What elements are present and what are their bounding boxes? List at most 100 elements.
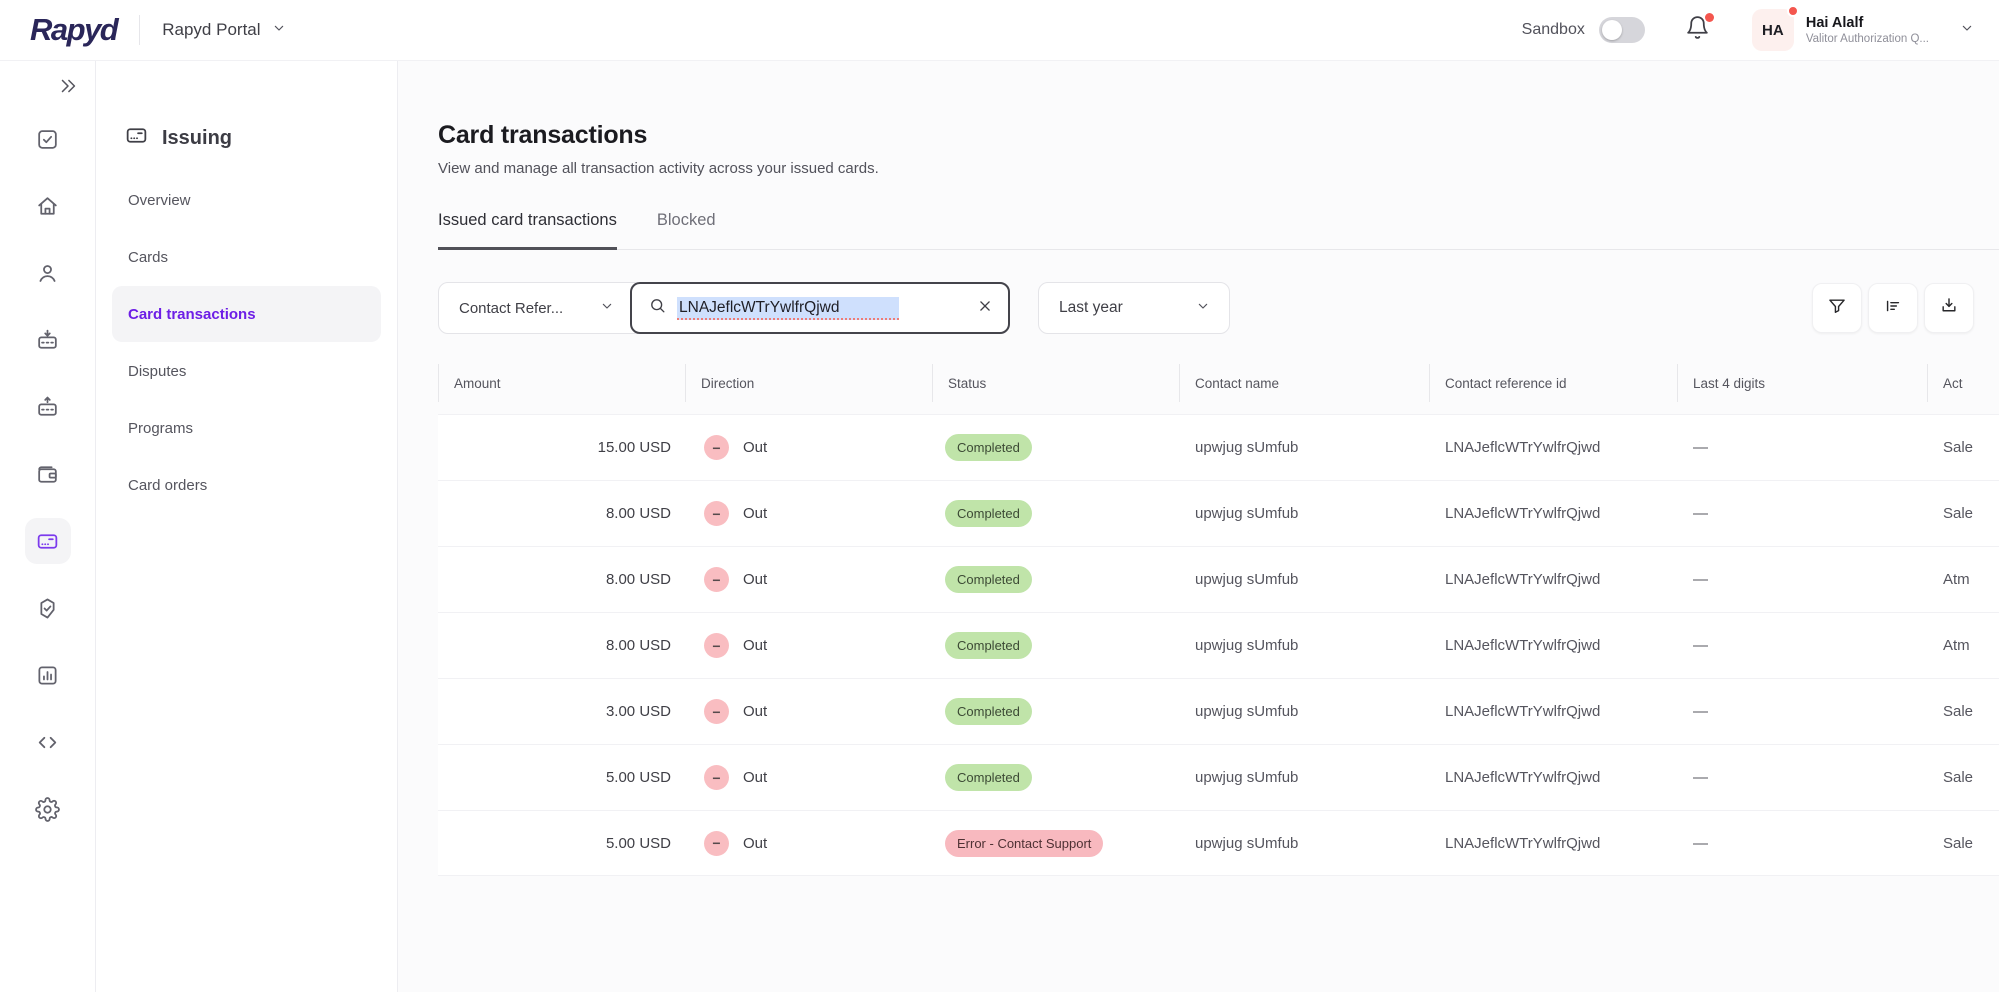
issuing-sidebar: Issuing OverviewCardsCard transactionsDi… xyxy=(96,61,398,992)
tabs: Issued card transactions Blocked xyxy=(438,211,1999,250)
sidebar-item-card-transactions[interactable]: Card transactions xyxy=(112,286,381,342)
rail-item-card-payout-icon[interactable] xyxy=(25,384,71,430)
cell-direction: −Out xyxy=(685,765,932,790)
user-name: Hai Alalf xyxy=(1806,15,1929,31)
table-row[interactable]: 8.00 USD−OutCompletedupwjug sUmfubLNAJef… xyxy=(438,612,1999,678)
rail-item-home-icon[interactable] xyxy=(25,183,71,229)
date-range-select[interactable]: Last year xyxy=(1038,282,1230,334)
sidebar-item-programs[interactable]: Programs xyxy=(112,400,381,456)
table-row[interactable]: 8.00 USD−OutCompletedupwjug sUmfubLNAJef… xyxy=(438,480,1999,546)
table-row[interactable]: 8.00 USD−OutCompletedupwjug sUmfubLNAJef… xyxy=(438,546,1999,612)
direction-out-icon: − xyxy=(704,633,729,658)
column-header-contact-name: Contact name xyxy=(1179,364,1429,402)
cell-last-4-digits: — xyxy=(1677,637,1927,654)
sidebar-item-disputes[interactable]: Disputes xyxy=(112,343,381,399)
table-row[interactable]: 5.00 USD−OutCompletedupwjug sUmfubLNAJef… xyxy=(438,744,1999,810)
status-badge: Completed xyxy=(945,698,1032,725)
direction-label: Out xyxy=(743,439,767,456)
direction-label: Out xyxy=(743,835,767,852)
cell-amount: 8.00 USD xyxy=(438,505,685,522)
cell-activity: Sale xyxy=(1927,769,1999,786)
table-row[interactable]: 3.00 USD−OutCompletedupwjug sUmfubLNAJef… xyxy=(438,678,1999,744)
avatar-initials: HA xyxy=(1762,22,1784,39)
filter-button[interactable] xyxy=(1812,283,1862,333)
sidebar-title: Issuing xyxy=(112,123,381,154)
page-title: Card transactions xyxy=(438,121,1999,150)
status-badge: Error - Contact Support xyxy=(945,830,1103,857)
chevron-down-icon[interactable] xyxy=(1959,20,1975,41)
table-row[interactable]: 5.00 USD−OutError - Contact Supportupwju… xyxy=(438,810,1999,876)
sidebar-item-card-orders[interactable]: Card orders xyxy=(112,457,381,513)
rail-item-user-icon[interactable] xyxy=(25,250,71,296)
filter-field-select[interactable]: Contact Refer... xyxy=(439,283,631,333)
direction-out-icon: − xyxy=(704,765,729,790)
cell-last-4-digits: — xyxy=(1677,769,1927,786)
cell-last-4-digits: — xyxy=(1677,835,1927,852)
table-body: 15.00 USD−OutCompletedupwjug sUmfubLNAJe… xyxy=(438,414,1999,876)
toggle-knob xyxy=(1602,20,1622,40)
rail-item-card-icon[interactable] xyxy=(25,518,71,564)
portal-label: Rapyd Portal xyxy=(162,20,260,40)
cell-amount: 3.00 USD xyxy=(438,703,685,720)
filter-icon xyxy=(1827,296,1847,321)
expand-sidebar-button[interactable] xyxy=(57,75,79,102)
rail-item-card-payin-icon[interactable] xyxy=(25,317,71,363)
cell-status: Completed xyxy=(932,566,1179,593)
cell-amount: 15.00 USD xyxy=(438,439,685,456)
cell-amount: 5.00 USD xyxy=(438,769,685,786)
chevron-down-icon xyxy=(599,298,615,318)
notifications-button[interactable] xyxy=(1685,15,1710,45)
cell-contact-name: upwjug sUmfub xyxy=(1179,571,1429,588)
clear-search-button[interactable] xyxy=(976,297,994,320)
avatar[interactable]: HA xyxy=(1752,9,1794,51)
search-icon xyxy=(648,296,667,320)
top-bar: Rapyd Rapyd Portal Sandbox HA Hai Alalf … xyxy=(0,0,1999,61)
search-value: LNAJeflcWTrYwlfrQjwd xyxy=(677,297,899,320)
cell-direction: −Out xyxy=(685,831,932,856)
rail-item-shield-check-icon[interactable] xyxy=(25,585,71,631)
cell-contact-reference-id: LNAJeflcWTrYwlfrQjwd xyxy=(1429,439,1677,456)
rail-item-gear-icon[interactable] xyxy=(25,786,71,832)
cell-contact-reference-id: LNAJeflcWTrYwlfrQjwd xyxy=(1429,835,1677,852)
tab-issued-card-transactions[interactable]: Issued card transactions xyxy=(438,211,617,250)
rapyd-logo[interactable]: Rapyd xyxy=(30,12,117,48)
cell-contact-name: upwjug sUmfub xyxy=(1179,439,1429,456)
column-header-direction: Direction xyxy=(685,364,932,402)
table-row[interactable]: 15.00 USD−OutCompletedupwjug sUmfubLNAJe… xyxy=(438,414,1999,480)
cell-last-4-digits: — xyxy=(1677,703,1927,720)
cell-activity: Sale xyxy=(1927,703,1999,720)
rail-item-bar-chart-icon[interactable] xyxy=(25,652,71,698)
sort-button[interactable] xyxy=(1868,283,1918,333)
user-menu[interactable]: Hai Alalf Valitor Authorization Q... xyxy=(1806,15,1929,45)
download-button[interactable] xyxy=(1924,283,1974,333)
sandbox-label: Sandbox xyxy=(1522,21,1585,39)
sidebar-title-label: Issuing xyxy=(162,127,232,150)
cell-activity: Sale xyxy=(1927,439,1999,456)
cell-status: Completed xyxy=(932,632,1179,659)
rail-item-check-square-icon[interactable] xyxy=(25,116,71,162)
filter-combo: Contact Refer... LNAJeflcWTrYwlfrQjwd xyxy=(438,282,1010,334)
sidebar-item-overview[interactable]: Overview xyxy=(112,172,381,228)
direction-label: Out xyxy=(743,769,767,786)
search-input[interactable]: LNAJeflcWTrYwlfrQjwd xyxy=(630,282,1010,334)
cell-status: Completed xyxy=(932,698,1179,725)
status-badge: Completed xyxy=(945,764,1032,791)
cell-status: Completed xyxy=(932,764,1179,791)
cell-contact-reference-id: LNAJeflcWTrYwlfrQjwd xyxy=(1429,505,1677,522)
chevron-down-icon xyxy=(271,20,287,41)
cell-direction: −Out xyxy=(685,501,932,526)
column-header-last-4-digits: Last 4 digits xyxy=(1677,364,1927,402)
portal-switcher[interactable]: Rapyd Portal xyxy=(162,20,286,41)
column-header-contact-reference-id: Contact reference id xyxy=(1429,364,1677,402)
sidebar-item-cards[interactable]: Cards xyxy=(112,229,381,285)
avatar-status-dot xyxy=(1787,5,1799,17)
tab-blocked[interactable]: Blocked xyxy=(657,211,716,250)
page-subtitle: View and manage all transaction activity… xyxy=(438,160,1999,177)
cell-activity: Sale xyxy=(1927,505,1999,522)
rail-item-wallet-icon[interactable] xyxy=(25,451,71,497)
rail-item-code-icon[interactable] xyxy=(25,719,71,765)
direction-out-icon: − xyxy=(704,831,729,856)
toolbar-actions xyxy=(1812,283,1974,333)
cell-contact-name: upwjug sUmfub xyxy=(1179,637,1429,654)
sandbox-toggle[interactable] xyxy=(1599,17,1645,43)
